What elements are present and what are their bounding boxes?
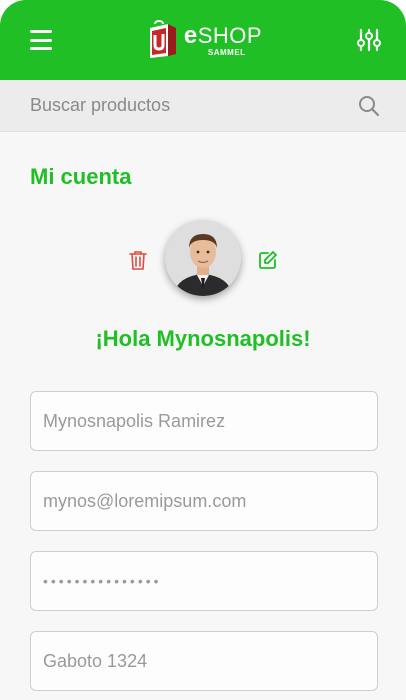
edit-icon[interactable] [258, 250, 278, 270]
name-input[interactable] [43, 410, 365, 432]
avatar-row [0, 220, 406, 296]
app-screen: eSHOP SAMMEL Mi cuenta [0, 0, 406, 700]
email-input[interactable] [43, 490, 365, 512]
logo[interactable]: eSHOP SAMMEL [146, 20, 262, 60]
logo-letter-e: e [183, 21, 198, 49]
greeting-text: ¡Hola Mynosnapolis! [95, 326, 311, 351]
search-input[interactable] [30, 95, 358, 116]
avatar[interactable] [165, 220, 241, 296]
search-icon[interactable] [358, 95, 380, 117]
page-title: Mi cuenta [30, 164, 132, 189]
password-input[interactable] [43, 573, 365, 589]
avatar-photo [165, 220, 241, 296]
logo-subtitle: SAMMEL [207, 47, 246, 57]
logo-word: SHOP [197, 22, 263, 48]
shopping-bag-logo-icon [149, 20, 176, 58]
password-field [30, 551, 378, 611]
email-field [30, 471, 378, 531]
account-content: Mi cuenta ¡Hola Mynosnapolis! Mynosnapol… [0, 132, 406, 700]
sliders-icon[interactable] [356, 28, 382, 52]
address-field [30, 631, 378, 691]
logo-wordmark: eSHOP [183, 21, 263, 49]
address-input[interactable] [43, 650, 365, 672]
hamburger-icon[interactable] [30, 30, 52, 50]
trash-icon[interactable] [129, 250, 147, 270]
logo-text: eSHOP SAMMEL [183, 21, 263, 57]
search-bar [0, 80, 406, 132]
top-bar: eSHOP SAMMEL [0, 0, 406, 80]
name-field [30, 391, 378, 451]
